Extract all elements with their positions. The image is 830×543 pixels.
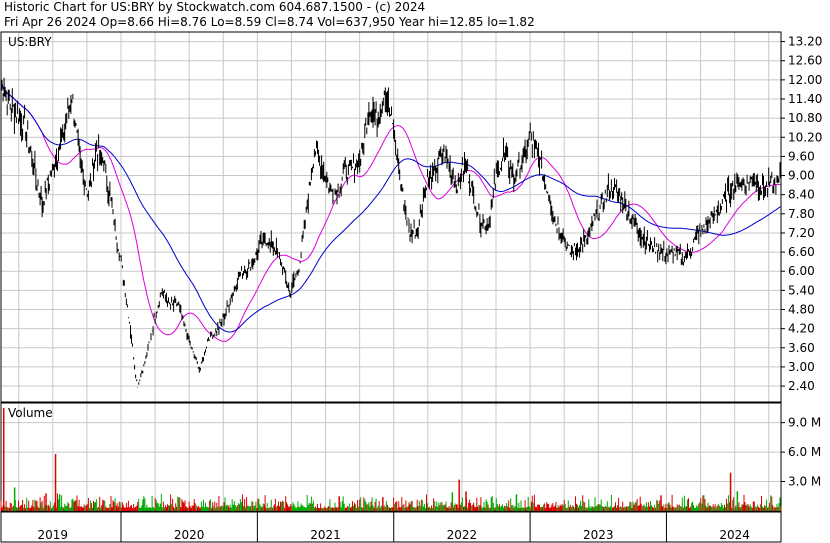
price-tick-label: 6.00 <box>788 264 815 278</box>
volume-axis: 3.0 M 6.0 M 9.0 M <box>781 416 821 489</box>
volume-tick-label: 6.0 M <box>788 445 821 459</box>
volume-tick-label: 3.0 M <box>788 475 821 489</box>
year-label: 2019 <box>38 528 69 542</box>
price-tick-label: 9.60 <box>788 149 815 163</box>
price-tick-label: 3.00 <box>788 360 815 374</box>
price-tick-label: 10.80 <box>788 111 822 125</box>
year-label: 2023 <box>583 528 614 542</box>
moving-average-line <box>0 82 781 342</box>
price-tick-label: 10.20 <box>788 130 822 144</box>
year-label: 2020 <box>174 528 205 542</box>
moving-average-line <box>0 82 782 333</box>
price-tick-label: 5.40 <box>788 283 815 297</box>
price-tick-label: 4.80 <box>788 303 815 317</box>
grid-lines <box>1 32 781 511</box>
moving-averages <box>0 82 782 342</box>
price-tick-label: 9.00 <box>788 169 815 183</box>
year-label: 2021 <box>310 528 341 542</box>
price-legend: US:BRY <box>8 35 52 49</box>
year-label: 2022 <box>447 528 478 542</box>
price-tick-label: 11.40 <box>788 92 822 106</box>
volume-tick-label: 9.0 M <box>788 416 821 430</box>
price-tick-label: 2.40 <box>788 379 815 393</box>
price-tick-label: 3.60 <box>788 341 815 355</box>
year-label: 2024 <box>719 528 750 542</box>
price-tick-label: 7.80 <box>788 207 815 221</box>
volume-bars <box>0 407 782 511</box>
price-tick-label: 13.20 <box>788 35 822 49</box>
price-tick-label: 12.60 <box>788 54 822 68</box>
stock-chart: US:BRY Volume 2.40 3.00 3.60 4.20 4.80 5.40 6.… <box>0 31 822 543</box>
price-tick-label: 7.20 <box>788 226 815 240</box>
year-axis-frame <box>0 511 782 543</box>
price-tick-label: 4.20 <box>788 322 815 336</box>
price-tick-label: 8.40 <box>788 188 815 202</box>
price-axis: 2.40 3.00 3.60 4.20 4.80 5.40 6.00 6.60 7.20 7.80… <box>781 35 822 393</box>
price-panel-frame <box>0 31 782 403</box>
price-tick-label: 12.00 <box>788 73 822 87</box>
volume-title: Volume <box>8 406 53 420</box>
volume-panel-frame <box>0 402 782 512</box>
price-tick-label: 6.60 <box>788 245 815 259</box>
